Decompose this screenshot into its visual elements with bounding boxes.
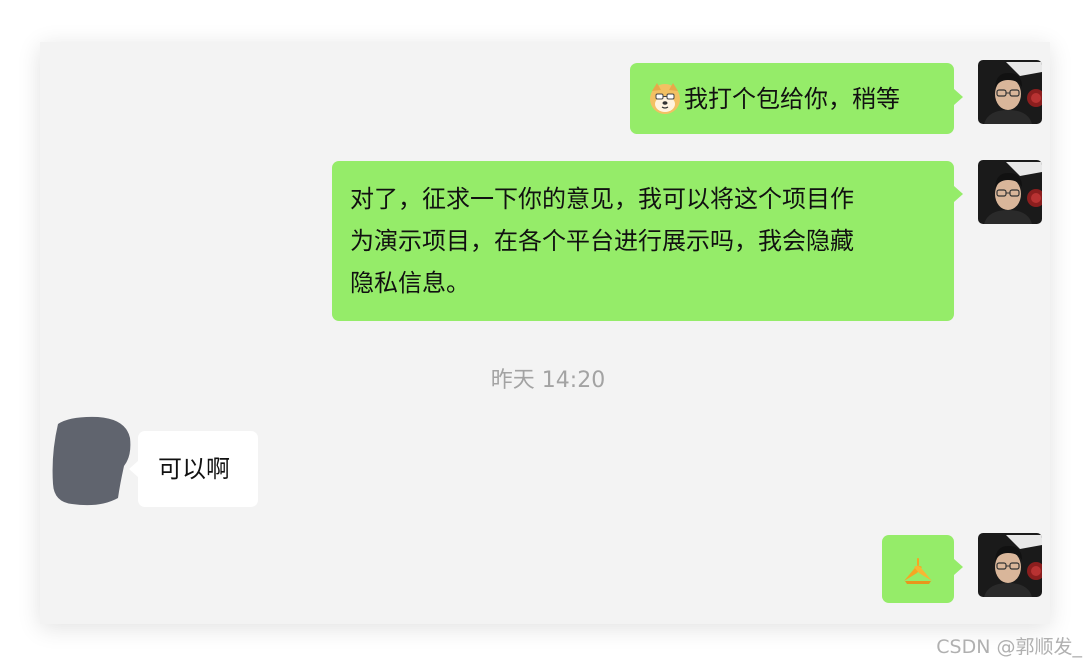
message-line: 为演示项目，在各个平台进行展示吗，我会隐藏 xyxy=(350,227,854,255)
my-avatar[interactable] xyxy=(978,60,1042,124)
screenshot-stage: 我打个包给你，稍等 对了，征求一下你的意见，我可以将这个项目作 为演示项目，在各… xyxy=(0,0,1090,664)
contact-avatar-redacted[interactable] xyxy=(50,414,134,508)
my-message-bubble[interactable]: 对了，征求一下你的意见，我可以将这个项目作 为演示项目，在各个平台进行展示吗，我… xyxy=(332,161,954,321)
csdn-watermark: CSDN @郭顺发_ xyxy=(936,636,1082,658)
avatar-photo-icon xyxy=(978,160,1042,224)
message-timestamp: 昨天 14:20 xyxy=(490,368,606,393)
message-text: 可以啊 xyxy=(158,455,230,483)
redacted-avatar-icon xyxy=(52,416,131,506)
contact-message-bubble[interactable]: 可以啊 xyxy=(138,431,258,507)
bubble-tail xyxy=(954,89,963,105)
avatar-photo-icon xyxy=(978,60,1042,124)
bubble-tail xyxy=(954,559,963,575)
message-line: 对了，征求一下你的意见，我可以将这个项目作 xyxy=(350,185,854,213)
message-line: 隐私信息。 xyxy=(350,269,470,297)
my-avatar[interactable] xyxy=(978,533,1042,597)
bubble-tail xyxy=(129,461,138,477)
handshake-emoji-icon xyxy=(904,558,932,584)
my-avatar[interactable] xyxy=(978,160,1042,224)
bubble-tail xyxy=(954,186,963,202)
message-text: 我打个包给你，稍等 xyxy=(684,85,900,113)
avatar-photo-icon xyxy=(978,533,1042,597)
my-message-bubble[interactable]: 我打个包给你，稍等 xyxy=(630,63,954,134)
my-message-bubble[interactable] xyxy=(882,535,954,603)
doge-emoji-icon xyxy=(650,83,680,114)
